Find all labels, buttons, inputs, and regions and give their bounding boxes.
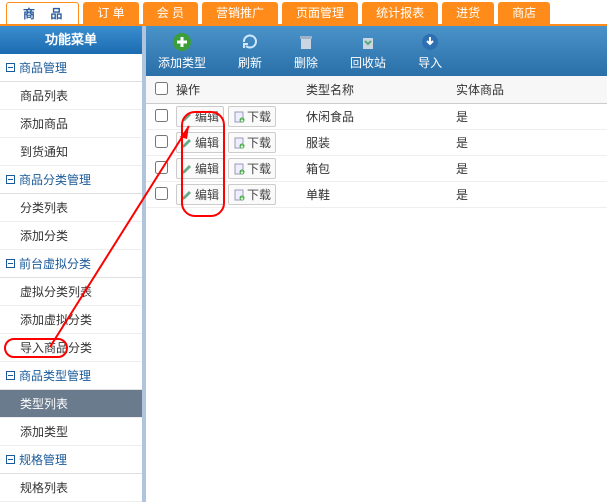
sidebar-item[interactable]: 添加商品: [0, 110, 142, 138]
sidebar-title: 功能菜单: [0, 26, 142, 54]
cell-real: 是: [456, 186, 607, 203]
import-icon: [420, 32, 440, 52]
tab-2[interactable]: 会 员: [143, 2, 198, 24]
table-header: 操作 类型名称 实体商品: [146, 76, 607, 104]
tab-0[interactable]: 商 品: [6, 2, 79, 24]
tab-7[interactable]: 商店: [498, 2, 550, 24]
tab-4[interactable]: 页面管理: [282, 2, 358, 24]
table-row: 编辑下载 箱包是: [146, 156, 607, 182]
top-tabbar: 商 品订 单会 员营销推广页面管理统计报表进货商店: [0, 0, 607, 26]
table-row: 编辑下载 服装是: [146, 130, 607, 156]
col-name: 类型名称: [306, 81, 456, 98]
cell-real: 是: [456, 134, 607, 151]
cell-real: 是: [456, 108, 607, 125]
sidebar-item[interactable]: 虚拟分类列表: [0, 278, 142, 306]
refresh-button[interactable]: 刷新: [238, 32, 262, 71]
collapse-icon: [6, 63, 15, 72]
tab-1[interactable]: 订 单: [83, 2, 138, 24]
tab-6[interactable]: 进货: [442, 2, 494, 24]
refresh-icon: [240, 32, 260, 52]
add-icon: [172, 32, 192, 52]
cell-name: 单鞋: [306, 186, 456, 203]
sidebar-group-header[interactable]: 规格管理: [0, 446, 142, 474]
cell-name: 服装: [306, 134, 456, 151]
sidebar-group-header[interactable]: 商品管理: [0, 54, 142, 82]
edit-button[interactable]: 编辑: [176, 106, 224, 127]
sidebar: 功能菜单 商品管理商品列表添加商品到货通知商品分类管理分类列表添加分类前台虚拟分…: [0, 26, 146, 502]
delete-button[interactable]: 删除: [294, 32, 318, 71]
sidebar-item[interactable]: 导入商品分类: [0, 334, 142, 362]
table-row: 编辑下载 休闲食品是: [146, 104, 607, 130]
sidebar-group-header[interactable]: 商品分类管理: [0, 166, 142, 194]
tab-3[interactable]: 营销推广: [202, 2, 278, 24]
collapse-icon: [6, 455, 15, 464]
sidebar-item[interactable]: 到货通知: [0, 138, 142, 166]
row-checkbox[interactable]: [155, 109, 168, 122]
sidebar-item[interactable]: 规格列表: [0, 474, 142, 502]
content-pane: 添加类型刷新删除回收站导入 操作 类型名称 实体商品 编辑下载休闲食品是编辑下载…: [146, 26, 607, 502]
row-checkbox[interactable]: [155, 135, 168, 148]
sidebar-item[interactable]: 分类列表: [0, 194, 142, 222]
cell-real: 是: [456, 160, 607, 177]
row-checkbox[interactable]: [155, 161, 168, 174]
sidebar-group-header[interactable]: 前台虚拟分类: [0, 250, 142, 278]
download-button[interactable]: 下载: [228, 106, 276, 127]
toolbar: 添加类型刷新删除回收站导入: [146, 26, 607, 76]
import-button[interactable]: 导入: [418, 32, 442, 71]
tab-5[interactable]: 统计报表: [362, 2, 438, 24]
add-button[interactable]: 添加类型: [158, 32, 206, 71]
sidebar-item[interactable]: 添加分类: [0, 222, 142, 250]
edit-button[interactable]: 编辑: [176, 132, 224, 153]
table-row: 编辑下载 单鞋是: [146, 182, 607, 208]
collapse-icon: [6, 259, 15, 268]
download-button[interactable]: 下载: [228, 158, 276, 179]
sidebar-item[interactable]: 类型列表: [0, 390, 142, 418]
delete-icon: [296, 32, 316, 52]
data-table: 操作 类型名称 实体商品 编辑下载休闲食品是编辑下载服装是编辑下载箱包是编辑下载…: [146, 76, 607, 208]
col-op: 操作: [176, 81, 306, 98]
select-all-checkbox[interactable]: [155, 82, 168, 95]
sidebar-item[interactable]: 添加虚拟分类: [0, 306, 142, 334]
row-checkbox[interactable]: [155, 187, 168, 200]
cell-name: 箱包: [306, 160, 456, 177]
download-button[interactable]: 下载: [228, 184, 276, 205]
recycle-button[interactable]: 回收站: [350, 32, 386, 71]
download-button[interactable]: 下载: [228, 132, 276, 153]
sidebar-item[interactable]: 添加类型: [0, 418, 142, 446]
col-real: 实体商品: [456, 81, 607, 98]
sidebar-group-header[interactable]: 商品类型管理: [0, 362, 142, 390]
collapse-icon: [6, 175, 15, 184]
sidebar-list: 商品管理商品列表添加商品到货通知商品分类管理分类列表添加分类前台虚拟分类虚拟分类…: [0, 54, 142, 502]
sidebar-item[interactable]: 商品列表: [0, 82, 142, 110]
cell-name: 休闲食品: [306, 108, 456, 125]
edit-button[interactable]: 编辑: [176, 158, 224, 179]
collapse-icon: [6, 371, 15, 380]
recycle-icon: [358, 32, 378, 52]
edit-button[interactable]: 编辑: [176, 184, 224, 205]
